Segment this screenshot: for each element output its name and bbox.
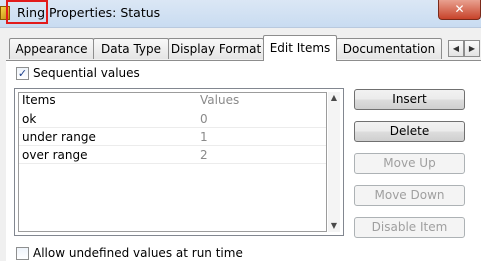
move-up-button[interactable]: Move Up xyxy=(354,153,465,174)
allow-undefined-checkbox[interactable] xyxy=(16,247,29,260)
sequential-values-label: Sequential values xyxy=(33,66,140,80)
header-values: Values xyxy=(200,93,240,107)
scroll-up-icon[interactable]: ▲ xyxy=(328,92,340,104)
item-value: 1 xyxy=(200,130,208,144)
title-highlight-box xyxy=(6,0,48,24)
table-header: Items Values xyxy=(19,93,326,108)
insert-button[interactable]: Insert xyxy=(354,89,465,110)
item-value: 2 xyxy=(200,148,208,162)
delete-button[interactable]: Delete xyxy=(354,121,465,142)
table-scrollbar[interactable]: ▲ ▼ xyxy=(328,92,340,232)
item-label[interactable]: over range xyxy=(22,148,87,162)
items-table-body: Items Values ok 0 under range 1 over ran… xyxy=(18,92,327,232)
title-bar: Ring Properties: Status ✕ xyxy=(0,0,481,28)
table-row[interactable]: ok 0 xyxy=(19,110,326,128)
allow-undefined-label: Allow undefined values at run time xyxy=(33,246,243,260)
item-label[interactable]: under range xyxy=(22,130,96,144)
disable-item-button[interactable]: Disable Item xyxy=(354,217,465,238)
tab-display-format[interactable]: Display Format xyxy=(168,38,264,59)
header-items: Items xyxy=(22,93,56,107)
items-table[interactable]: Items Values ok 0 under range 1 over ran… xyxy=(14,88,344,236)
tab-documentation[interactable]: Documentation xyxy=(336,38,442,59)
table-row[interactable]: over range 2 xyxy=(19,146,326,164)
tab-scroll-right-icon[interactable]: ▶ xyxy=(464,40,480,57)
tab-edit-items[interactable]: Edit Items xyxy=(263,35,337,61)
tab-scroll-left-icon[interactable]: ◀ xyxy=(448,40,464,57)
table-row[interactable]: under range 1 xyxy=(19,128,326,146)
close-button[interactable]: ✕ xyxy=(438,0,481,20)
item-value: 0 xyxy=(200,112,208,126)
move-down-button[interactable]: Move Down xyxy=(354,185,465,206)
scroll-down-icon[interactable]: ▼ xyxy=(328,220,340,232)
tab-data-type[interactable]: Data Type xyxy=(93,38,169,59)
item-label[interactable]: ok xyxy=(22,112,36,126)
tab-bar: Appearance Data Type Display Format Edit… xyxy=(6,35,481,61)
sequential-values-checkbox[interactable]: ✓ xyxy=(16,67,29,80)
tab-appearance[interactable]: Appearance xyxy=(9,38,94,59)
